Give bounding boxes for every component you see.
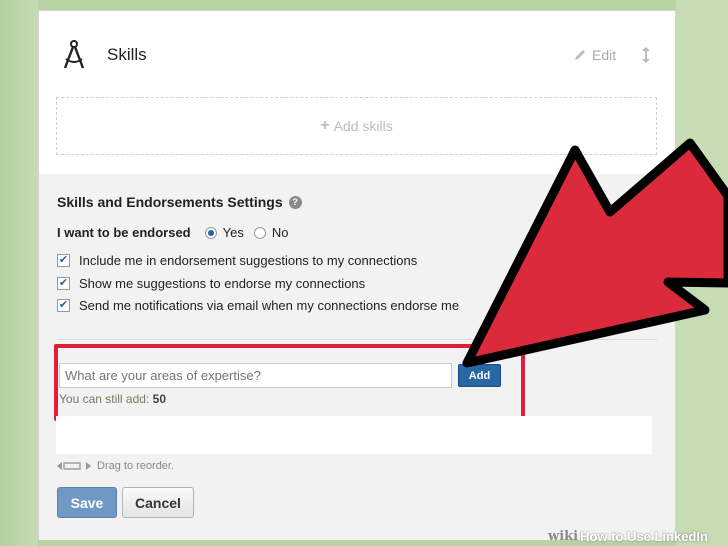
checkbox-notifications-label: Send me notifications via email when my … bbox=[79, 298, 460, 313]
help-icon[interactable]: ? bbox=[288, 195, 302, 209]
plus-icon: + bbox=[320, 117, 330, 134]
radio-no-label: No bbox=[271, 225, 289, 240]
checkbox-row-suggestions[interactable]: ✔ Include me in endorsement suggestions … bbox=[57, 253, 417, 268]
move-icon[interactable] bbox=[640, 46, 652, 64]
edit-link[interactable]: Edit bbox=[573, 47, 616, 63]
settings-title: Skills and Endorsements Settings ? bbox=[57, 194, 302, 210]
background-right bbox=[676, 0, 728, 546]
divider bbox=[57, 339, 657, 340]
checkbox-endorse[interactable]: ✔ bbox=[57, 277, 70, 290]
watermark-title: How to Use LinkedIn bbox=[580, 529, 708, 544]
edit-label: Edit bbox=[592, 47, 617, 63]
radio-yes[interactable] bbox=[204, 226, 217, 239]
background-left bbox=[0, 0, 38, 546]
radio-no[interactable] bbox=[253, 226, 266, 239]
wikihow-watermark: wiki How to Use LinkedIn bbox=[548, 527, 728, 546]
drag-hint: Drag to reorder. bbox=[57, 460, 174, 472]
cancel-button[interactable]: Cancel bbox=[122, 487, 194, 518]
drag-reorder-icon bbox=[57, 462, 91, 470]
add-skills-button[interactable]: + Add skills bbox=[56, 97, 657, 155]
add-skills-label: Add skills bbox=[333, 118, 393, 134]
compass-icon bbox=[63, 40, 85, 69]
drag-hint-text: Drag to reorder. bbox=[97, 460, 175, 472]
pencil-icon bbox=[575, 50, 585, 60]
settings-title-text: Skills and Endorsements Settings bbox=[57, 194, 283, 210]
checkbox-suggestions-label: Include me in endorsement suggestions to… bbox=[79, 253, 418, 268]
checkbox-notifications[interactable]: ✔ bbox=[57, 299, 70, 312]
endorse-preference-row: I want to be endorsed Yes No bbox=[57, 225, 298, 240]
checkbox-suggestions[interactable]: ✔ bbox=[57, 254, 70, 267]
skills-title: Skills bbox=[107, 45, 147, 64]
highlight-box bbox=[54, 344, 525, 421]
watermark-brand: wiki bbox=[548, 529, 579, 544]
radio-yes-label: Yes bbox=[222, 225, 244, 240]
checkbox-row-endorse[interactable]: ✔ Show me suggestions to endorse my conn… bbox=[57, 276, 365, 291]
save-button[interactable]: Save bbox=[57, 487, 117, 518]
checkbox-endorse-label: Show me suggestions to endorse my connec… bbox=[79, 276, 366, 291]
skills-header-area: Skills Edit + Add skills bbox=[39, 11, 675, 174]
endorse-question: I want to be endorsed bbox=[57, 225, 191, 240]
skills-list-area bbox=[56, 416, 652, 454]
skills-panel: Skills Edit + Add skills Skills and Endo… bbox=[38, 10, 676, 540]
checkbox-row-notifications[interactable]: ✔ Send me notifications via email when m… bbox=[57, 298, 459, 313]
radio-selected-dot bbox=[207, 229, 214, 236]
